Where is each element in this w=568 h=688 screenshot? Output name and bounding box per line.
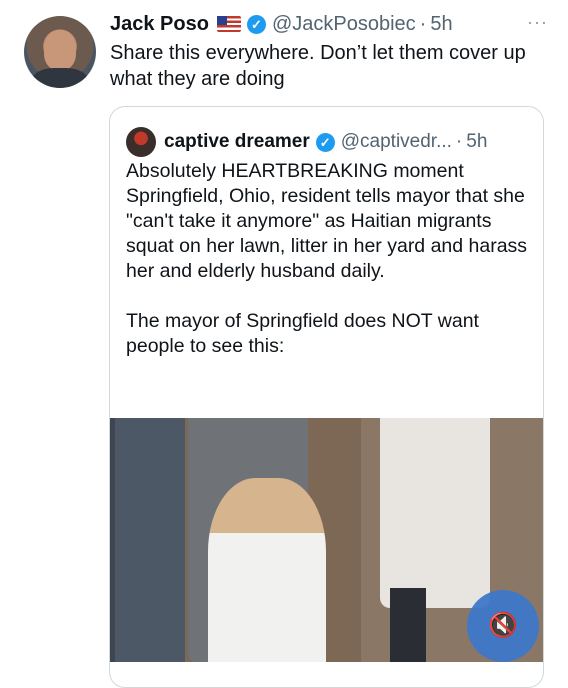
video-woman-speaker (208, 478, 326, 662)
avatar-shirt (32, 68, 88, 88)
us-flag-icon (216, 16, 241, 32)
tweet-text: Share this everywhere. Don’t let them co… (110, 42, 526, 90)
speaker-muted-icon: 🔇 (488, 612, 518, 639)
quoted-tweet-header: captive dreamer ✓ @captivedr... · 5h (126, 127, 487, 157)
author-handle[interactable]: @JackPosobiec (272, 13, 416, 36)
separator-dot: · (419, 12, 427, 35)
separator-dot: · (455, 131, 463, 152)
tweet-time[interactable]: 5h (430, 13, 452, 36)
video-standing-man-left (115, 418, 185, 662)
mute-toggle[interactable]: 🔇 (467, 590, 539, 662)
more-options-icon[interactable]: ··· (527, 12, 548, 33)
video-podium-microphone (390, 588, 426, 662)
quoted-author-name[interactable]: captive dreamer (164, 131, 310, 153)
author-name[interactable]: Jack Poso (110, 13, 209, 36)
quoted-tweet-time[interactable]: 5h (466, 131, 487, 153)
author-avatar[interactable] (24, 16, 96, 88)
video-player[interactable]: 🔇 (110, 418, 543, 662)
verified-badge-icon: ✓ (246, 14, 266, 34)
tweet-header: Jack Poso ✓ @JackPosobiec · 5h ··· (110, 12, 548, 36)
verified-badge-icon: ✓ (315, 132, 335, 152)
avatar-face (44, 30, 76, 70)
quoted-author-avatar[interactable] (126, 127, 156, 157)
video-man-white-shirt (380, 418, 490, 608)
quoted-author-handle[interactable]: @captivedr... (341, 131, 452, 153)
quoted-tweet-text: Absolutely HEARTBREAKING moment Springfi… (126, 160, 528, 357)
quoted-tweet[interactable]: captive dreamer ✓ @captivedr... · 5h Abs… (109, 106, 544, 688)
